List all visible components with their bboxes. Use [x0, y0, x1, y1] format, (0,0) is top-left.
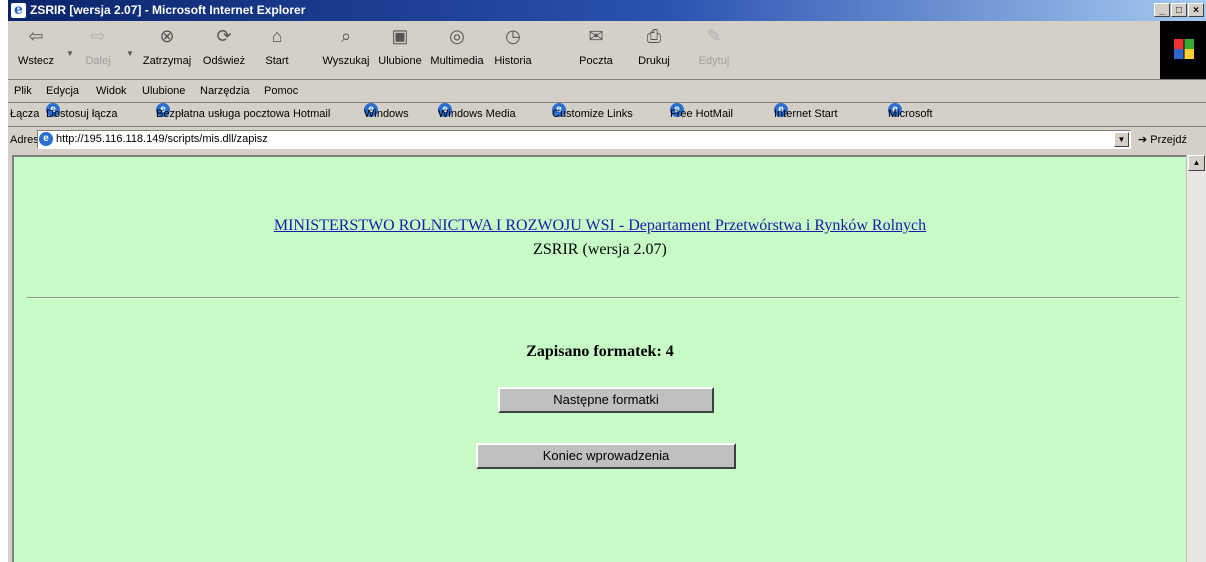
ie-page-icon: e — [39, 132, 53, 147]
history-button[interactable]: ◷ Historia — [488, 25, 538, 75]
menu-file[interactable]: Plik — [14, 80, 32, 102]
back-arrow-icon: ⇦ — [28, 26, 44, 46]
history-icon: ◷ — [505, 26, 521, 46]
go-arrow-icon: ➔ — [1138, 134, 1148, 146]
menu-bar: Plik Edycja Widok Ulubione Narzędzia Pom… — [8, 80, 1206, 103]
menu-tools[interactable]: Narzędzia — [200, 80, 250, 102]
version-text: ZSRIR (wersja 2.07) — [533, 241, 667, 258]
favorites-icon: ▣ — [391, 26, 409, 46]
media-button[interactable]: ◎ Multimedia — [428, 25, 486, 75]
go-button[interactable]: ➔ Przejdź — [1138, 127, 1187, 153]
menu-favorites[interactable]: Ulubione — [142, 80, 185, 102]
horizontal-divider — [27, 297, 1179, 299]
mail-icon: ✉ — [588, 26, 604, 46]
address-url: http://195.116.118.149/scripts/mis.dll/z… — [56, 133, 268, 145]
print-icon: ⎙ — [646, 26, 662, 46]
address-bar: Adres e http://195.116.118.149/scripts/mi… — [8, 127, 1206, 153]
links-label: Łącza — [10, 108, 40, 120]
home-icon: ⌂ — [271, 26, 283, 46]
edit-button[interactable]: ✎ Edytuj — [692, 25, 736, 75]
forward-dropdown-icon[interactable]: ▼ — [126, 49, 134, 58]
vertical-scrollbar[interactable]: ▲ — [1186, 155, 1206, 562]
page-content: MINISTERSTWO ROLNICTWA I ROZWOJU WSI - D… — [12, 155, 1186, 562]
browser-window: ZSRIR [wersja 2.07] - Microsoft Internet… — [8, 0, 1206, 562]
menu-help[interactable]: Pomoc — [264, 80, 298, 102]
address-label: Adres — [10, 134, 39, 146]
media-icon: ◎ — [449, 26, 465, 46]
menu-view[interactable]: Widok — [96, 80, 127, 102]
search-icon: ⌕ — [340, 26, 352, 46]
links-bar: Łącza e Dostosuj łącza e Bezpłatna usługa … — [8, 103, 1206, 127]
title-bar[interactable]: ZSRIR [wersja 2.07] - Microsoft Internet… — [8, 0, 1206, 21]
menu-edit[interactable]: Edycja — [46, 80, 79, 102]
refresh-icon: ⟳ — [216, 26, 232, 46]
address-input[interactable]: e http://195.116.118.149/scripts/mis.dll/… — [37, 130, 1131, 149]
windows-flag-icon — [1174, 39, 1194, 59]
windows-logo — [1160, 21, 1206, 79]
end-entry-button[interactable]: Koniec wprowadzenia — [476, 443, 736, 469]
ministry-link[interactable]: MINISTERSTWO ROLNICTWA I ROZWOJU WSI - D… — [14, 217, 1186, 235]
next-forms-button[interactable]: Następne formatki — [498, 387, 714, 413]
stop-button[interactable]: ⊗ Zatrzymaj — [139, 25, 195, 75]
search-button[interactable]: ⌕ Wyszukaj — [320, 25, 372, 75]
forward-arrow-icon: ⇨ — [90, 26, 106, 46]
maximize-button[interactable]: □ — [1171, 3, 1187, 17]
back-dropdown-icon[interactable]: ▼ — [66, 49, 74, 58]
favorites-button[interactable]: ▣ Ulubione — [374, 25, 426, 75]
print-button[interactable]: ⎙ Drukuj — [632, 25, 676, 75]
scroll-up-arrow-icon[interactable]: ▲ — [1188, 155, 1205, 171]
home-button[interactable]: ⌂ Start — [255, 25, 299, 75]
window-title: ZSRIR [wersja 2.07] - Microsoft Internet… — [30, 3, 306, 17]
back-button[interactable]: ⇦ Wstecz — [14, 25, 58, 75]
stop-icon: ⊗ — [159, 26, 175, 46]
minimize-button[interactable]: _ — [1154, 3, 1170, 17]
close-button[interactable]: × — [1188, 3, 1204, 17]
saved-forms-status: Zapisano formatek: 4 — [526, 343, 674, 360]
edit-icon: ✎ — [706, 26, 722, 46]
forward-button[interactable]: ⇨ Dalej — [76, 25, 120, 75]
mail-button[interactable]: ✉ Poczta — [574, 25, 618, 75]
refresh-button[interactable]: ⟳ Odśwież — [199, 25, 249, 75]
address-dropdown-icon[interactable]: ▼ — [1114, 132, 1129, 147]
internet-explorer-icon — [11, 0, 26, 21]
standard-toolbar: ⇦ Wstecz ▼ ⇨ Dalej ▼ ⊗ Zatrzymaj ⟳ Odświ… — [8, 21, 1206, 80]
